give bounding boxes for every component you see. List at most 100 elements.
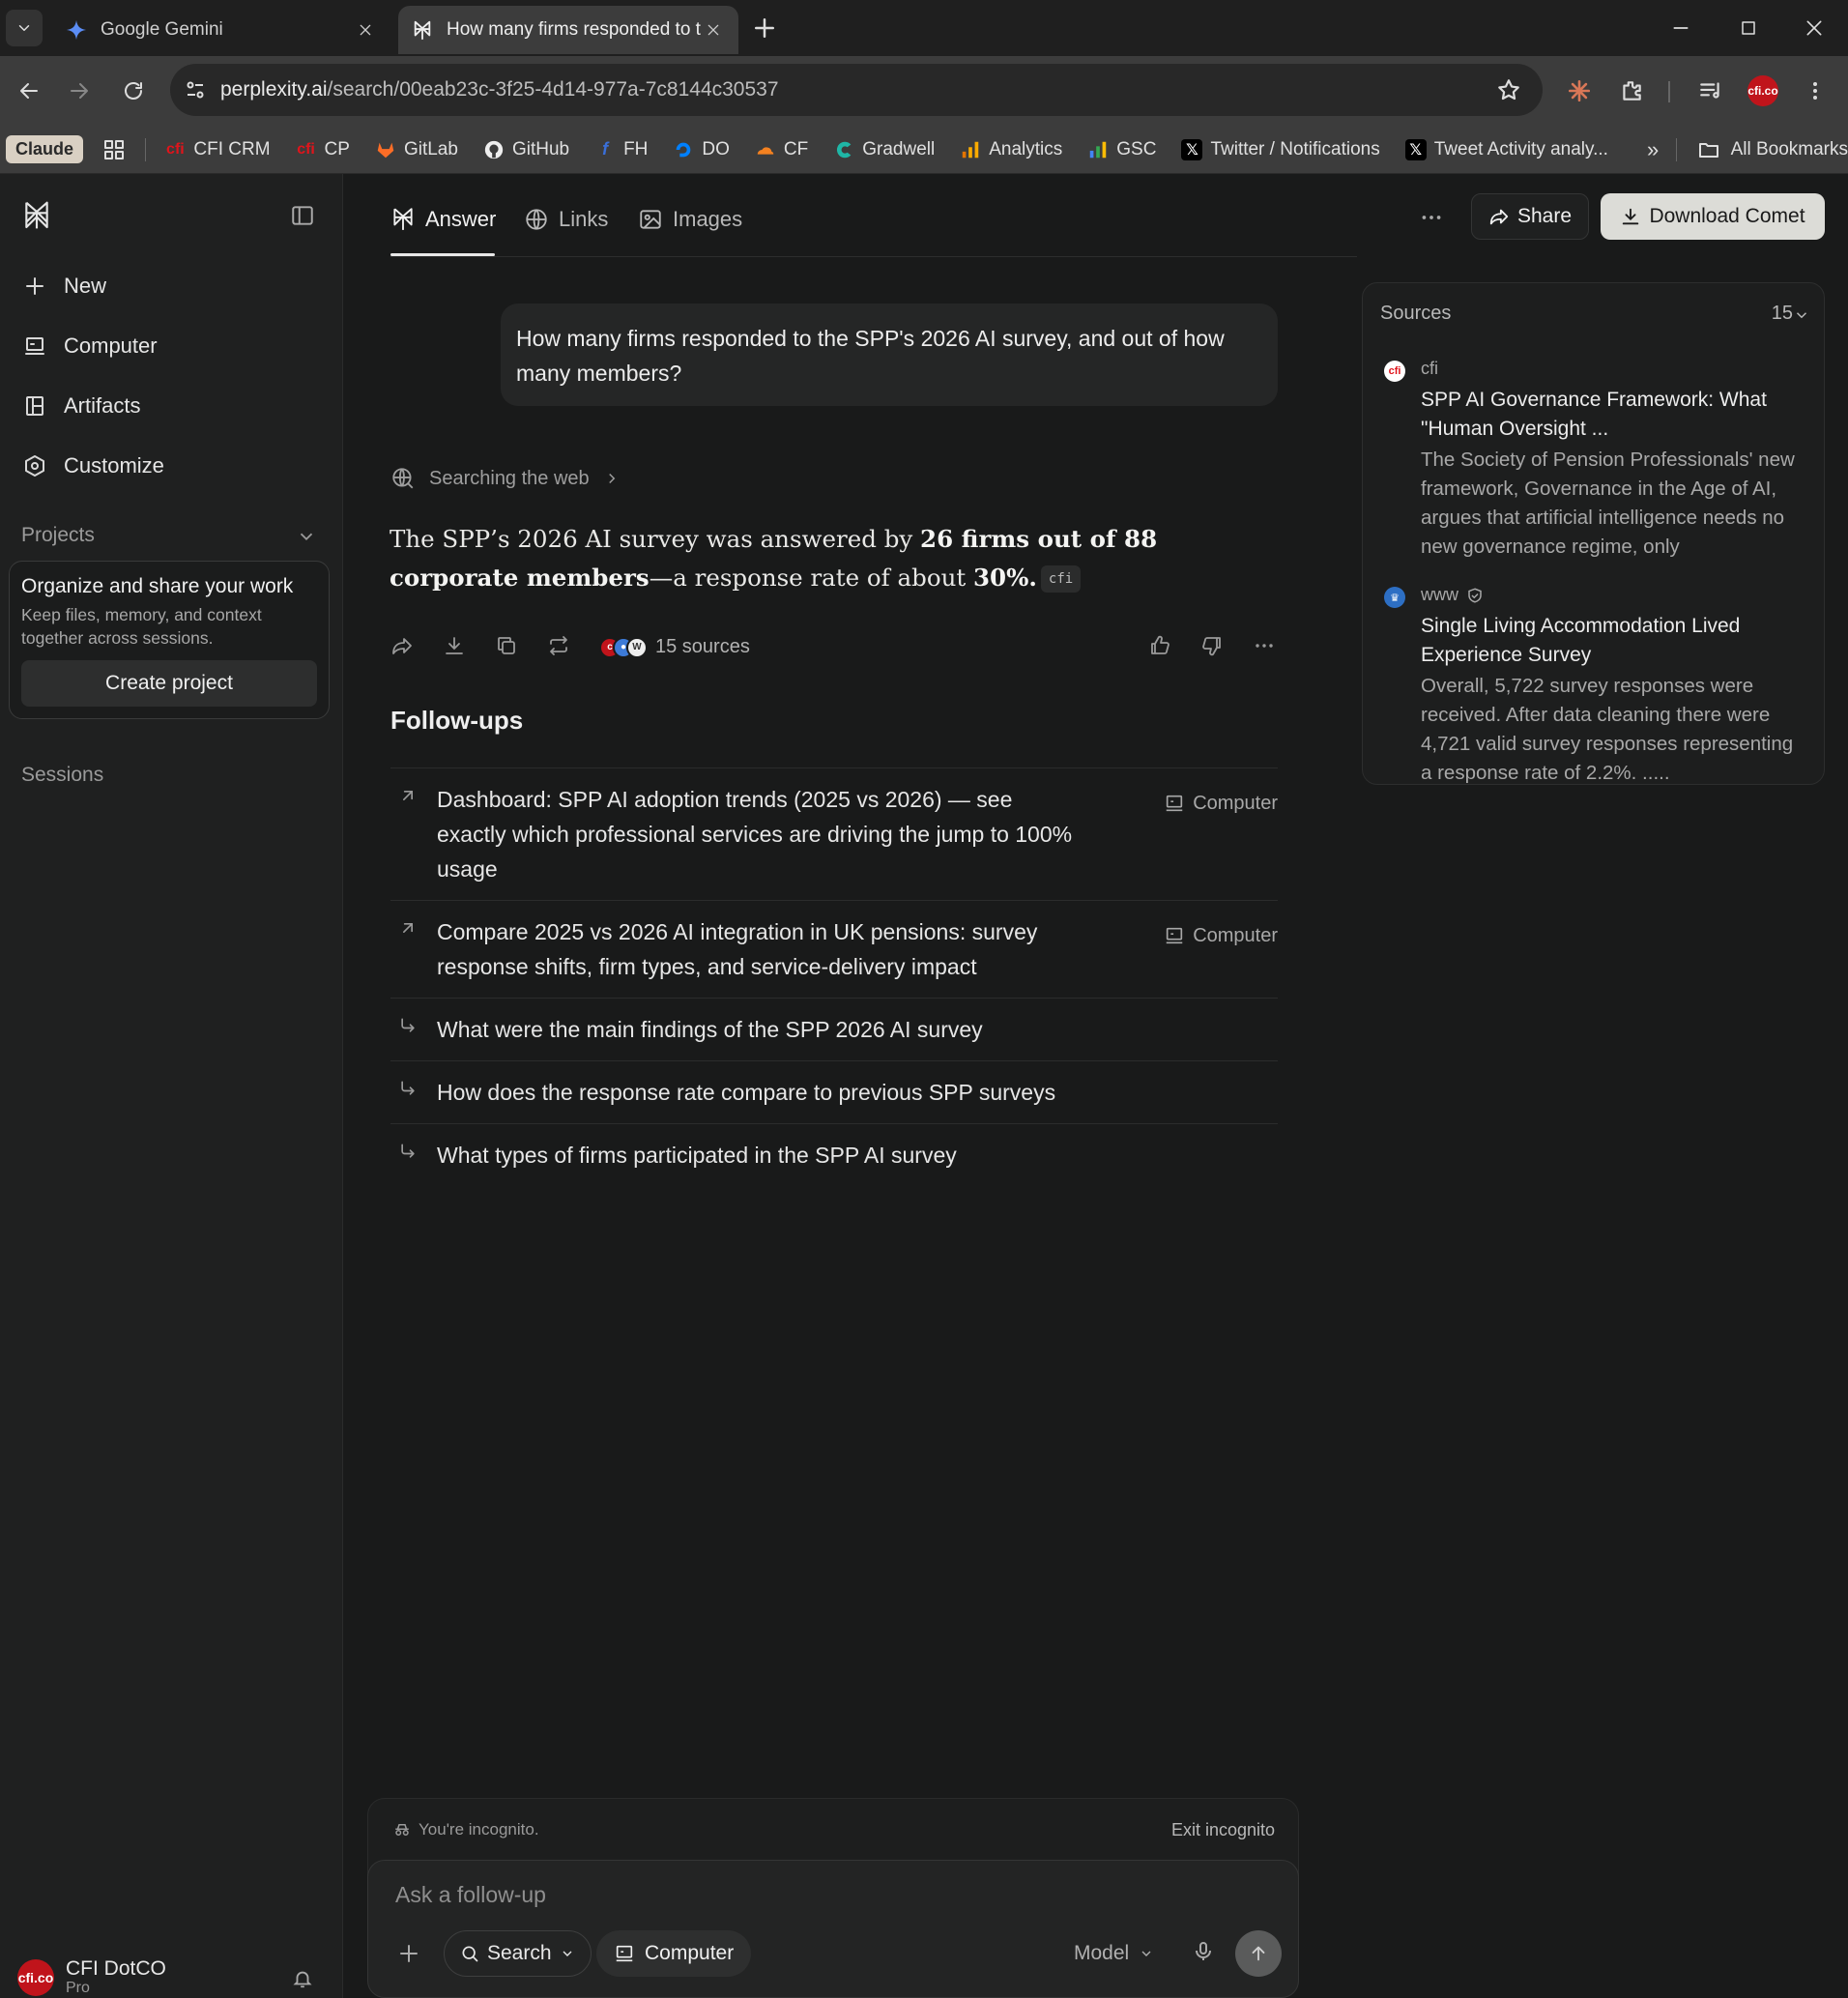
sidebar-toggle-icon[interactable] bbox=[290, 203, 315, 228]
bookmark-fh[interactable]: f FH bbox=[594, 139, 648, 160]
maximize-icon bbox=[1742, 21, 1755, 35]
wikipedia-icon: W bbox=[626, 636, 648, 658]
model-selector[interactable]: Model bbox=[1074, 1942, 1154, 1965]
sources-count[interactable]: 15 bbox=[1772, 303, 1793, 325]
sidebar-item-new[interactable]: New bbox=[21, 265, 106, 307]
bookmark-gitlab[interactable]: GitLab bbox=[375, 139, 458, 160]
close-window-button[interactable] bbox=[1800, 14, 1829, 43]
bookmark-github[interactable]: GitHub bbox=[483, 139, 569, 160]
maximize-button[interactable] bbox=[1734, 14, 1763, 43]
share-button[interactable]: Share bbox=[1471, 193, 1589, 240]
share-icon[interactable] bbox=[390, 634, 414, 657]
address-bar[interactable]: perplexity.ai/search/00eab23c-3f25-4d14-… bbox=[170, 64, 1543, 116]
fh-icon: f bbox=[602, 139, 609, 159]
new-tab-button[interactable] bbox=[750, 14, 779, 43]
download-icon[interactable] bbox=[443, 634, 466, 657]
folder-icon bbox=[1698, 142, 1718, 158]
computer-icon bbox=[616, 1945, 633, 1962]
followup-item[interactable]: What types of firms participated in the … bbox=[390, 1123, 1278, 1186]
bell-icon[interactable] bbox=[292, 1968, 313, 1989]
answer-text-part: —a response rate of about bbox=[649, 564, 973, 592]
cloudflare-icon bbox=[757, 146, 774, 155]
close-icon[interactable] bbox=[702, 18, 725, 42]
browser-tab-perplexity[interactable]: How many firms responded to t bbox=[398, 6, 738, 54]
followup-item[interactable]: What were the main findings of the SPP 2… bbox=[390, 998, 1278, 1060]
customize-icon bbox=[21, 452, 48, 479]
exit-incognito-button[interactable]: Exit incognito bbox=[1171, 1820, 1275, 1840]
bookmark-analytics[interactable]: Analytics bbox=[960, 139, 1062, 160]
more-options-icon[interactable] bbox=[1253, 634, 1276, 657]
minimize-icon bbox=[1673, 27, 1689, 29]
all-bookmarks-button[interactable]: All Bookmarks bbox=[1696, 138, 1848, 161]
close-icon[interactable] bbox=[354, 18, 377, 42]
bookmark-tweet-activity[interactable]: 𝕏 Tweet Activity analy... bbox=[1404, 138, 1608, 160]
incognito-icon bbox=[395, 1824, 409, 1836]
followup-text: Dashboard: SPP AI adoption trends (2025 … bbox=[437, 787, 1073, 882]
sidebar-item-customize[interactable]: Customize bbox=[21, 445, 164, 487]
sidebar-item-label: Computer bbox=[64, 333, 158, 358]
followup-input[interactable] bbox=[395, 1882, 1169, 1908]
followup-item[interactable]: How does the response rate compare to pr… bbox=[390, 1060, 1278, 1123]
browser-menu-icon[interactable] bbox=[1798, 73, 1833, 108]
bookmark-cfi-crm[interactable]: cfi CFI CRM bbox=[164, 139, 271, 160]
computer-mode-button[interactable]: Computer bbox=[596, 1930, 752, 1977]
project-card: Organize and share your work Keep files,… bbox=[9, 561, 330, 891]
rewrite-icon[interactable] bbox=[547, 634, 570, 657]
back-button[interactable] bbox=[12, 73, 46, 108]
media-control-icon[interactable] bbox=[1693, 73, 1728, 108]
sidebar-item-computer[interactable]: Computer bbox=[21, 325, 158, 367]
tab-images[interactable]: Images bbox=[638, 201, 742, 238]
citation-badge[interactable]: cfi bbox=[1040, 565, 1082, 593]
followup-item[interactable]: Dashboard: SPP AI adoption trends (2025 … bbox=[390, 767, 1278, 900]
bookmarks-overflow-button[interactable]: » bbox=[1647, 137, 1659, 162]
more-options-icon[interactable] bbox=[1419, 205, 1444, 230]
bookmark-star-icon[interactable] bbox=[1496, 77, 1521, 102]
bookmark-apps[interactable] bbox=[102, 138, 126, 161]
bookmark-claude[interactable]: Claude bbox=[6, 135, 84, 163]
answer-actions: c ● W 15 sources bbox=[390, 634, 1278, 663]
sidebar-item-label: Artifacts bbox=[64, 393, 141, 418]
minimize-button[interactable] bbox=[1666, 14, 1695, 43]
bookmark-cp[interactable]: cfi CP bbox=[296, 139, 350, 160]
profile-avatar[interactable]: cfi.co bbox=[1746, 73, 1780, 108]
thumbs-up-icon[interactable] bbox=[1148, 634, 1171, 657]
projects-label[interactable]: Projects bbox=[21, 524, 95, 547]
model-label: Model bbox=[1074, 1942, 1130, 1964]
tab-links[interactable]: Links bbox=[524, 201, 608, 238]
browser-tab-gemini[interactable]: Google Gemini bbox=[52, 6, 390, 54]
bookmark-do[interactable]: DO bbox=[673, 139, 730, 160]
tab-answer[interactable]: Answer bbox=[390, 201, 496, 238]
thumbs-down-icon[interactable] bbox=[1200, 634, 1224, 657]
chevron-down-icon[interactable] bbox=[1793, 306, 1810, 324]
perplexity-logo-icon[interactable] bbox=[21, 199, 52, 232]
download-comet-button[interactable]: Download Comet bbox=[1601, 193, 1825, 240]
account-menu[interactable]: cfi.co CFI DotCO Pro bbox=[17, 1958, 166, 1997]
computer-mode-label: Computer bbox=[645, 1942, 735, 1964]
forward-button[interactable] bbox=[62, 73, 97, 108]
site-info-icon[interactable] bbox=[184, 78, 207, 101]
sources-button[interactable]: c ● W 15 sources bbox=[599, 636, 750, 658]
bookmark-gradwell[interactable]: Gradwell bbox=[833, 139, 935, 160]
arrow-right-icon bbox=[71, 83, 88, 99]
submit-button[interactable] bbox=[1235, 1930, 1282, 1977]
sidebar-item-artifacts[interactable]: Artifacts bbox=[21, 385, 140, 427]
microphone-icon[interactable] bbox=[1192, 1940, 1215, 1963]
copy-icon[interactable] bbox=[495, 634, 518, 657]
plus-icon[interactable] bbox=[397, 1942, 420, 1965]
chevron-down-icon[interactable] bbox=[296, 526, 317, 547]
search-mode-dropdown[interactable]: Search bbox=[444, 1930, 592, 1977]
tab-search-button[interactable] bbox=[6, 10, 43, 46]
extensions-icon[interactable] bbox=[1614, 73, 1649, 108]
searching-the-web-toggle[interactable]: Searching the web bbox=[390, 466, 621, 491]
globe-icon bbox=[526, 209, 547, 230]
followup-item[interactable]: Compare 2025 vs 2026 AI integration in U… bbox=[390, 900, 1278, 998]
chevron-down-icon bbox=[18, 25, 30, 31]
bookmark-cf[interactable]: CF bbox=[755, 139, 808, 160]
url-text: perplexity.ai/search/00eab23c-3f25-4d14-… bbox=[220, 78, 779, 101]
artifacts-icon bbox=[21, 392, 48, 420]
bookmark-twitter-notifications[interactable]: 𝕏 Twitter / Notifications bbox=[1181, 138, 1380, 160]
create-project-button[interactable]: Create project bbox=[21, 660, 317, 707]
bookmark-gsc[interactable]: GSC bbox=[1087, 139, 1156, 160]
reload-button[interactable] bbox=[116, 73, 151, 108]
claude-extension-icon[interactable] bbox=[1562, 73, 1597, 108]
